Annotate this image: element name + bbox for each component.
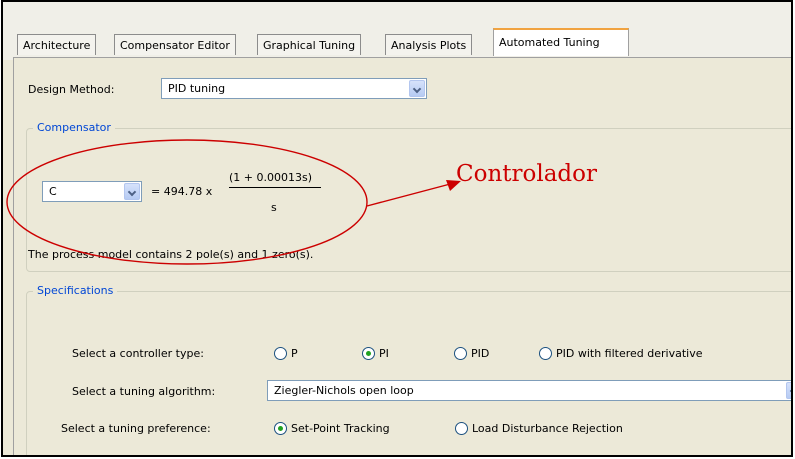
tab-architecture[interactable]: Architecture	[17, 34, 97, 55]
tab-label: Compensator Editor	[120, 39, 230, 52]
specifications-group-title: Specifications	[33, 284, 118, 297]
automated-tuning-panel: Design Method: PID tuning Compensator C …	[13, 57, 791, 455]
tab-label: Architecture	[23, 39, 91, 52]
radio-load-disturbance-rejection[interactable]	[455, 422, 468, 435]
radio-set-point-tracking[interactable]	[274, 422, 287, 435]
tab-label: Automated Tuning	[499, 36, 600, 49]
process-model-info: The process model contains 2 pole(s) and…	[28, 248, 314, 261]
radio-pid-label: PID	[471, 347, 490, 360]
radio-load-disturbance-rejection-label: Load Disturbance Rejection	[472, 422, 623, 435]
design-method-dropdown[interactable]: PID tuning	[161, 78, 427, 99]
compensator-denominator: s	[271, 201, 277, 214]
compensator-gain: = 494.78 x	[151, 185, 213, 198]
compensator-group-title: Compensator	[33, 121, 115, 134]
tab-label: Analysis Plots	[391, 39, 467, 52]
radio-p[interactable]	[274, 347, 287, 360]
radio-p-label: P	[291, 347, 298, 360]
tuning-algorithm-label: Select a tuning algorithm:	[72, 385, 216, 398]
tab-automated-tuning[interactable]: Automated Tuning	[493, 28, 629, 56]
controller-type-label: Select a controller type:	[72, 347, 204, 360]
compensator-selector[interactable]: C	[42, 181, 142, 202]
tab-graphical-tuning[interactable]: Graphical Tuning	[257, 34, 362, 55]
radio-pid-filtered[interactable]	[539, 347, 552, 360]
tab-label: Graphical Tuning	[263, 39, 356, 52]
compensator-group: Compensator C = 494.78 x (1 + 0.00013s) …	[26, 121, 791, 272]
radio-pi-label: PI	[379, 347, 389, 360]
tuning-algorithm-value: Ziegler-Nichols open loop	[274, 384, 414, 397]
automated-tuning-window: Architecture Compensator Editor Graphica…	[1, 0, 793, 457]
chevron-down-icon[interactable]	[124, 183, 140, 200]
chevron-down-icon[interactable]	[409, 80, 425, 97]
design-method-value: PID tuning	[168, 82, 226, 95]
chevron-down-icon[interactable]	[786, 382, 791, 399]
fraction-line	[229, 187, 321, 188]
design-method-label: Design Method:	[28, 83, 115, 96]
radio-pid[interactable]	[454, 347, 467, 360]
radio-pi[interactable]	[362, 347, 375, 360]
controlador-annotation: Controlador	[456, 161, 597, 187]
compensator-selector-value: C	[49, 185, 57, 198]
tuning-preference-label: Select a tuning preference:	[61, 422, 211, 435]
radio-pid-filtered-label: PID with filtered derivative	[556, 347, 703, 360]
tab-compensator-editor[interactable]: Compensator Editor	[114, 34, 236, 55]
specifications-group: Specifications Select a controller type:…	[26, 284, 791, 455]
tuning-algorithm-dropdown[interactable]: Ziegler-Nichols open loop	[267, 380, 791, 401]
tab-bar: Architecture Compensator Editor Graphica…	[3, 2, 791, 60]
tab-analysis-plots[interactable]: Analysis Plots	[385, 34, 473, 55]
compensator-numerator: (1 + 0.00013s)	[229, 171, 313, 184]
radio-set-point-tracking-label: Set-Point Tracking	[291, 422, 390, 435]
